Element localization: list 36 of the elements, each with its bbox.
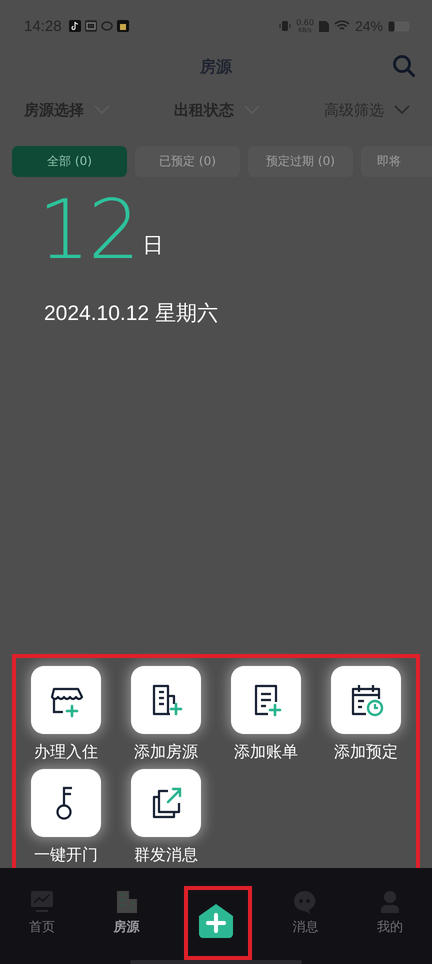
chat-icon [293,890,318,914]
app-icon [116,20,129,32]
filter-chip[interactable]: 预定过期 (0) [248,146,353,177]
add-button[interactable] [196,902,235,940]
building-icon [114,890,139,914]
date-text: 2024.10.12 星期六 [44,301,219,327]
app-icon [100,20,113,32]
app-icon [68,20,81,32]
chart-icon [30,890,54,914]
day-number: 12 [38,191,138,271]
action-label: 一键开门 [34,845,98,866]
filter-chip[interactable]: 全部 (0) [12,146,127,177]
action-tile[interactable] [131,666,201,734]
action-label: 添加房源 [134,742,198,763]
day-unit: 日 [142,232,164,259]
sim-icon [318,20,329,32]
action-label: 添加账单 [234,742,298,763]
action-label: 添加预定 [334,742,398,763]
app-icon [84,20,97,32]
nav-tab[interactable]: 我的 [364,890,415,936]
action-tile[interactable] [331,666,401,734]
action-tile[interactable] [31,666,101,734]
nav-tab[interactable]: 房源 [102,890,152,936]
action-label: 办理入住 [34,742,98,763]
filter-chip[interactable]: 即将 [361,146,432,177]
filter-chip[interactable]: 已预定 (0) [135,146,240,177]
action-label: 群发消息 [134,845,198,866]
action-tile[interactable] [31,769,101,837]
vibrate-icon [279,20,292,32]
chevron-down-icon [394,105,410,115]
battery-icon [388,20,410,32]
wifi-icon [334,20,350,32]
nav-tab[interactable]: 消息 [280,890,330,936]
action-tile[interactable] [131,769,201,837]
nav-tab[interactable]: 首页 [17,890,68,936]
action-tile[interactable] [231,666,301,734]
